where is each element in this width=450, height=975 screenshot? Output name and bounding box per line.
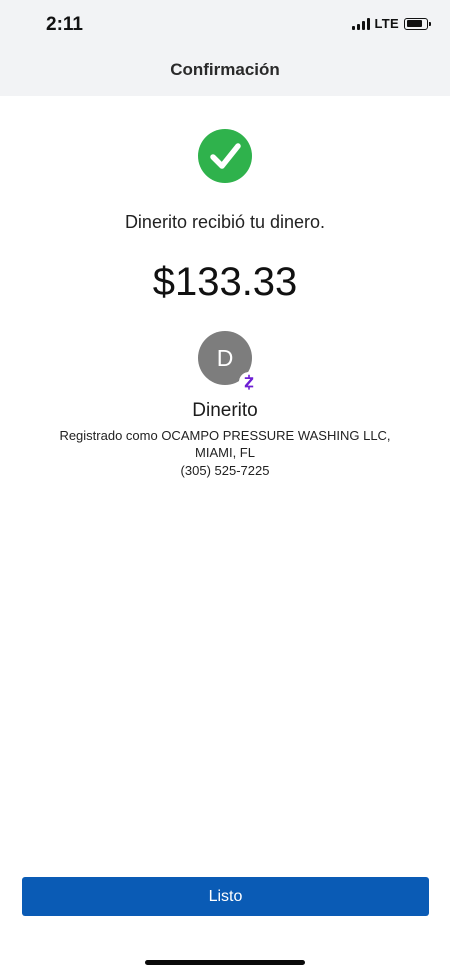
- status-time: 2:11: [46, 14, 83, 35]
- signal-icon: [351, 17, 370, 30]
- recipient-name: Dinerito: [192, 400, 258, 421]
- registered-as: Registrado como OCAMPO PRESSURE WASHING …: [59, 428, 391, 443]
- checkmark-icon: [198, 129, 252, 183]
- done-button[interactable]: Listo: [22, 877, 429, 916]
- avatar-initial: D: [216, 344, 234, 371]
- status-indicators: LTE: [351, 16, 431, 31]
- recipient-location: MIAMI, FL: [195, 445, 255, 460]
- home-indicator: [145, 960, 305, 965]
- confirmation-message: Dinerito recibió tu dinero.: [124, 212, 326, 232]
- network-label: LTE: [374, 16, 399, 31]
- zelle-icon: [239, 372, 259, 392]
- amount-value: $133.33: [152, 260, 298, 304]
- top-bar: 2:11 LTE Confirmación: [0, 0, 450, 96]
- page-title: Confirmación: [170, 60, 280, 79]
- recipient-phone: (305) 525-7225: [180, 463, 270, 478]
- status-bar: 2:11 LTE: [0, 0, 450, 48]
- battery-icon: [404, 17, 431, 30]
